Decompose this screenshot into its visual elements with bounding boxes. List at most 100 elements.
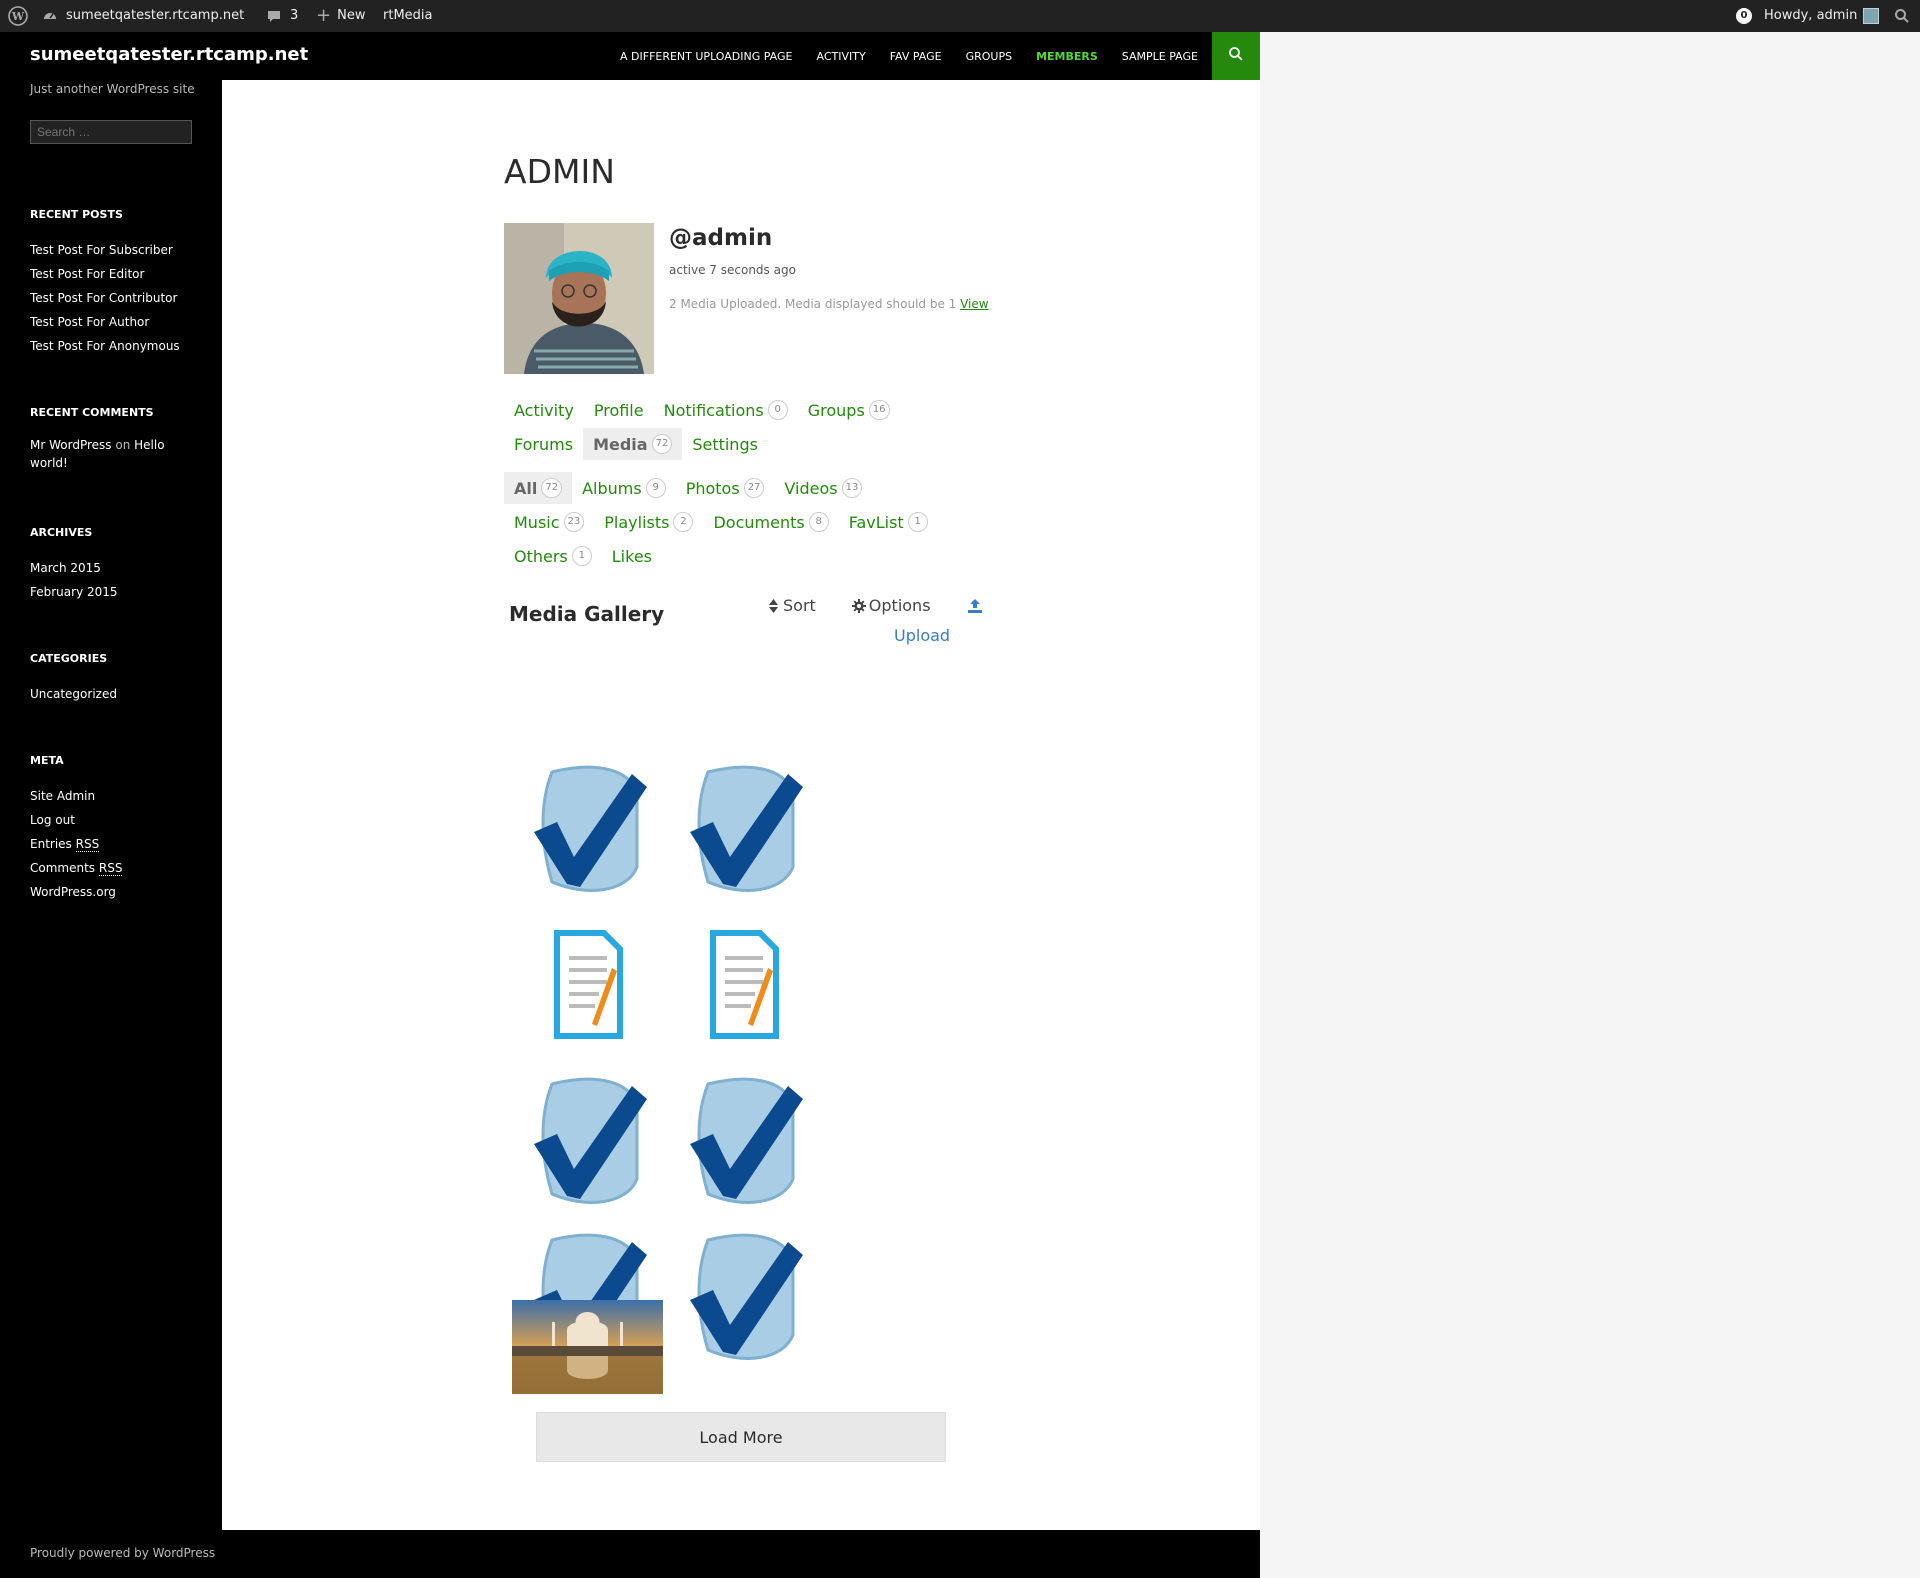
wordpress-logo-icon[interactable]: W bbox=[8, 0, 28, 32]
media-tab-music[interactable]: Music 23 bbox=[504, 506, 594, 538]
upload-icon[interactable] bbox=[967, 598, 983, 613]
checkmark-icon bbox=[690, 1077, 803, 1204]
recent-post-link[interactable]: Test Post For Editor bbox=[30, 262, 180, 286]
media-tab-likes[interactable]: Likes bbox=[602, 540, 662, 572]
categories-title: CATEGORIES bbox=[30, 652, 108, 665]
admin-avatar-small bbox=[1863, 8, 1880, 24]
tab-label: All bbox=[514, 478, 538, 498]
comments-link[interactable]: 3 bbox=[266, 0, 298, 32]
log-out-link[interactable]: Log out bbox=[30, 808, 122, 832]
nav-sample-page[interactable]: SAMPLE PAGE bbox=[1110, 50, 1210, 63]
comment-author-link[interactable]: Mr WordPress bbox=[30, 438, 112, 452]
media-tab-videos[interactable]: Videos 13 bbox=[774, 472, 872, 504]
tab-label: Videos bbox=[784, 478, 838, 498]
count-badge: 2 bbox=[673, 512, 694, 532]
count-badge: 1 bbox=[571, 546, 592, 566]
media-item-document[interactable] bbox=[668, 908, 818, 1058]
footer-credit-link[interactable]: Proudly powered by WordPress bbox=[30, 1546, 215, 1560]
sort-label: Sort bbox=[783, 596, 816, 615]
tab-label: Photos bbox=[685, 478, 740, 498]
site-title[interactable]: sumeetqatester.rtcamp.net bbox=[30, 44, 308, 65]
tab-settings[interactable]: Settings bbox=[682, 428, 768, 460]
document-icon bbox=[554, 930, 623, 1039]
new-content-link[interactable]: + New bbox=[316, 0, 365, 32]
media-item-checkmark[interactable] bbox=[512, 1064, 662, 1214]
load-more-button[interactable]: Load More bbox=[536, 1412, 946, 1462]
wordpress-org-link[interactable]: WordPress.org bbox=[30, 880, 122, 904]
recent-posts-list: Test Post For Subscriber Test Post For E… bbox=[30, 238, 180, 358]
site-admin-link[interactable]: Site Admin bbox=[30, 784, 122, 808]
media-tab-photos[interactable]: Photos 27 bbox=[676, 472, 775, 504]
media-tab-playlists[interactable]: Playlists 2 bbox=[594, 506, 703, 538]
media-item-checkmark[interactable] bbox=[668, 752, 818, 902]
archive-link[interactable]: March 2015 bbox=[30, 556, 118, 580]
recent-post-link[interactable]: Test Post For Anonymous bbox=[30, 334, 180, 358]
checkmark-icon bbox=[690, 765, 803, 892]
tab-activity[interactable]: Activity bbox=[504, 394, 584, 426]
site-name-link[interactable]: sumeetqatester.rtcamp.net bbox=[42, 0, 244, 32]
category-link[interactable]: Uncategorized bbox=[30, 682, 117, 706]
media-item-document[interactable] bbox=[512, 908, 662, 1058]
adminbar-search-icon[interactable] bbox=[1894, 0, 1910, 32]
comments-rss-link[interactable]: Comments RSS bbox=[30, 856, 123, 880]
media-tab-others[interactable]: Others 1 bbox=[504, 540, 602, 572]
tab-label: Activity bbox=[514, 400, 574, 420]
count-badge: 9 bbox=[645, 478, 666, 498]
upload-button[interactable]: Upload bbox=[894, 626, 950, 645]
comments-label: Comments bbox=[30, 861, 96, 875]
site-footer: Proudly powered by WordPress bbox=[0, 1530, 1260, 1578]
recent-post-link[interactable]: Test Post For Subscriber bbox=[30, 238, 180, 262]
recent-posts-title: RECENT POSTS bbox=[30, 208, 123, 221]
media-tab-albums[interactable]: Albums 9 bbox=[572, 472, 676, 504]
nav-groups[interactable]: GROUPS bbox=[954, 50, 1025, 63]
archive-link[interactable]: February 2015 bbox=[30, 580, 118, 604]
nav-different-uploading-page[interactable]: A DIFFERENT UPLOADING PAGE bbox=[608, 50, 805, 63]
media-item-checkmark[interactable] bbox=[512, 752, 662, 902]
recent-post-link[interactable]: Test Post For Author bbox=[30, 310, 180, 334]
tab-label: Likes bbox=[611, 546, 652, 566]
nav-members[interactable]: MEMBERS bbox=[1024, 50, 1110, 63]
profile-nav-row-1: Activity Profile Notifications 0 Groups 16 bbox=[504, 394, 900, 426]
media-tab-favlist[interactable]: FavList 1 bbox=[839, 506, 938, 538]
tab-label: Notifications bbox=[663, 400, 764, 420]
options-button[interactable]: Options bbox=[851, 596, 949, 615]
recent-post-link[interactable]: Test Post For Contributor bbox=[30, 286, 180, 310]
media-item-photo[interactable] bbox=[512, 1300, 663, 1394]
search-toggle-button[interactable] bbox=[1212, 32, 1260, 80]
taj-mahal-photo bbox=[512, 1300, 663, 1394]
checkmark-icon bbox=[534, 1077, 647, 1204]
tab-media[interactable]: Media 72 bbox=[583, 428, 683, 460]
media-item-checkmark[interactable] bbox=[668, 1220, 818, 1370]
media-nav-row-3: Others 1 Likes bbox=[504, 540, 662, 572]
nav-activity[interactable]: ACTIVITY bbox=[805, 50, 878, 63]
tab-label: Music bbox=[514, 512, 560, 532]
tab-label: Documents bbox=[713, 512, 805, 532]
svg-text:W: W bbox=[11, 10, 25, 23]
sort-button[interactable]: Sort bbox=[769, 596, 834, 615]
new-label: New bbox=[337, 8, 366, 23]
nav-fav-page[interactable]: FAV PAGE bbox=[878, 50, 954, 63]
recent-comment-item: Mr WordPress on Hello world! bbox=[30, 436, 180, 472]
tab-profile[interactable]: Profile bbox=[584, 394, 654, 426]
avatar[interactable] bbox=[504, 223, 654, 374]
view-link[interactable]: View bbox=[960, 297, 988, 311]
my-account-link[interactable]: Howdy, admin bbox=[1764, 0, 1880, 32]
tab-groups[interactable]: Groups 16 bbox=[798, 394, 900, 426]
media-gallery-title: Media Gallery bbox=[509, 602, 665, 626]
media-item-checkmark[interactable] bbox=[668, 1064, 818, 1214]
rtmedia-link[interactable]: rtMedia bbox=[383, 0, 433, 32]
count-badge: 23 bbox=[563, 512, 585, 532]
sidebar-search-input[interactable] bbox=[30, 120, 192, 144]
media-note: 2 Media Uploaded. Media displayed should… bbox=[669, 297, 989, 311]
comment-on-label: on bbox=[115, 438, 131, 452]
media-tab-documents[interactable]: Documents 8 bbox=[703, 506, 838, 538]
primary-navigation: A DIFFERENT UPLOADING PAGE ACTIVITY FAV … bbox=[608, 32, 1210, 80]
entries-label: Entries bbox=[30, 837, 72, 851]
entries-rss-link[interactable]: Entries RSS bbox=[30, 832, 122, 856]
admin-bar: W sumeetqatester.rtcamp.net 3 + New rtMe… bbox=[0, 0, 1920, 32]
tab-forums[interactable]: Forums bbox=[504, 428, 583, 460]
media-tab-all[interactable]: All 72 bbox=[504, 472, 573, 504]
notifications-link[interactable]: 0 bbox=[1736, 0, 1752, 32]
tab-notifications[interactable]: Notifications 0 bbox=[654, 394, 798, 426]
archives-title: ARCHIVES bbox=[30, 526, 93, 539]
